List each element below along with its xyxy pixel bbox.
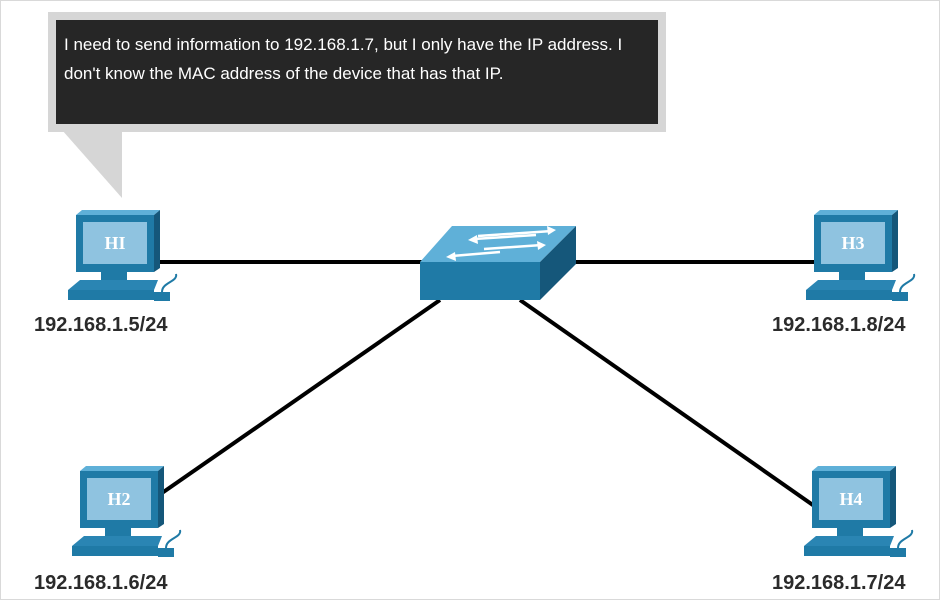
speech-callout: I need to send information to 192.168.1.… xyxy=(48,12,666,132)
host-name: H4 xyxy=(839,489,862,509)
host-name: HI xyxy=(104,233,125,253)
callout-pointer xyxy=(62,130,122,198)
link-switch-h2 xyxy=(160,298,442,495)
computer-icon xyxy=(68,210,178,301)
ip-label-h2: 192.168.1.6/24 xyxy=(34,572,168,594)
host-h2: H2 xyxy=(72,466,182,557)
computer-icon xyxy=(804,466,914,557)
host-name: H3 xyxy=(841,233,864,253)
ip-label-h4: 192.168.1.7/24 xyxy=(772,572,906,594)
computer-icon xyxy=(72,466,182,557)
host-h1: HI xyxy=(68,210,178,301)
callout-text: I need to send information to 192.168.1.… xyxy=(64,35,623,83)
switch-icon xyxy=(420,226,576,300)
host-h3: H3 xyxy=(806,210,916,301)
ip-label-h1: 192.168.1.5/24 xyxy=(34,314,168,336)
host-name: H2 xyxy=(107,489,130,509)
callout-panel: I need to send information to 192.168.1.… xyxy=(56,20,658,124)
host-h4: H4 xyxy=(804,466,914,557)
computer-icon xyxy=(806,210,916,301)
ip-label-h3: 192.168.1.8/24 xyxy=(772,314,906,336)
